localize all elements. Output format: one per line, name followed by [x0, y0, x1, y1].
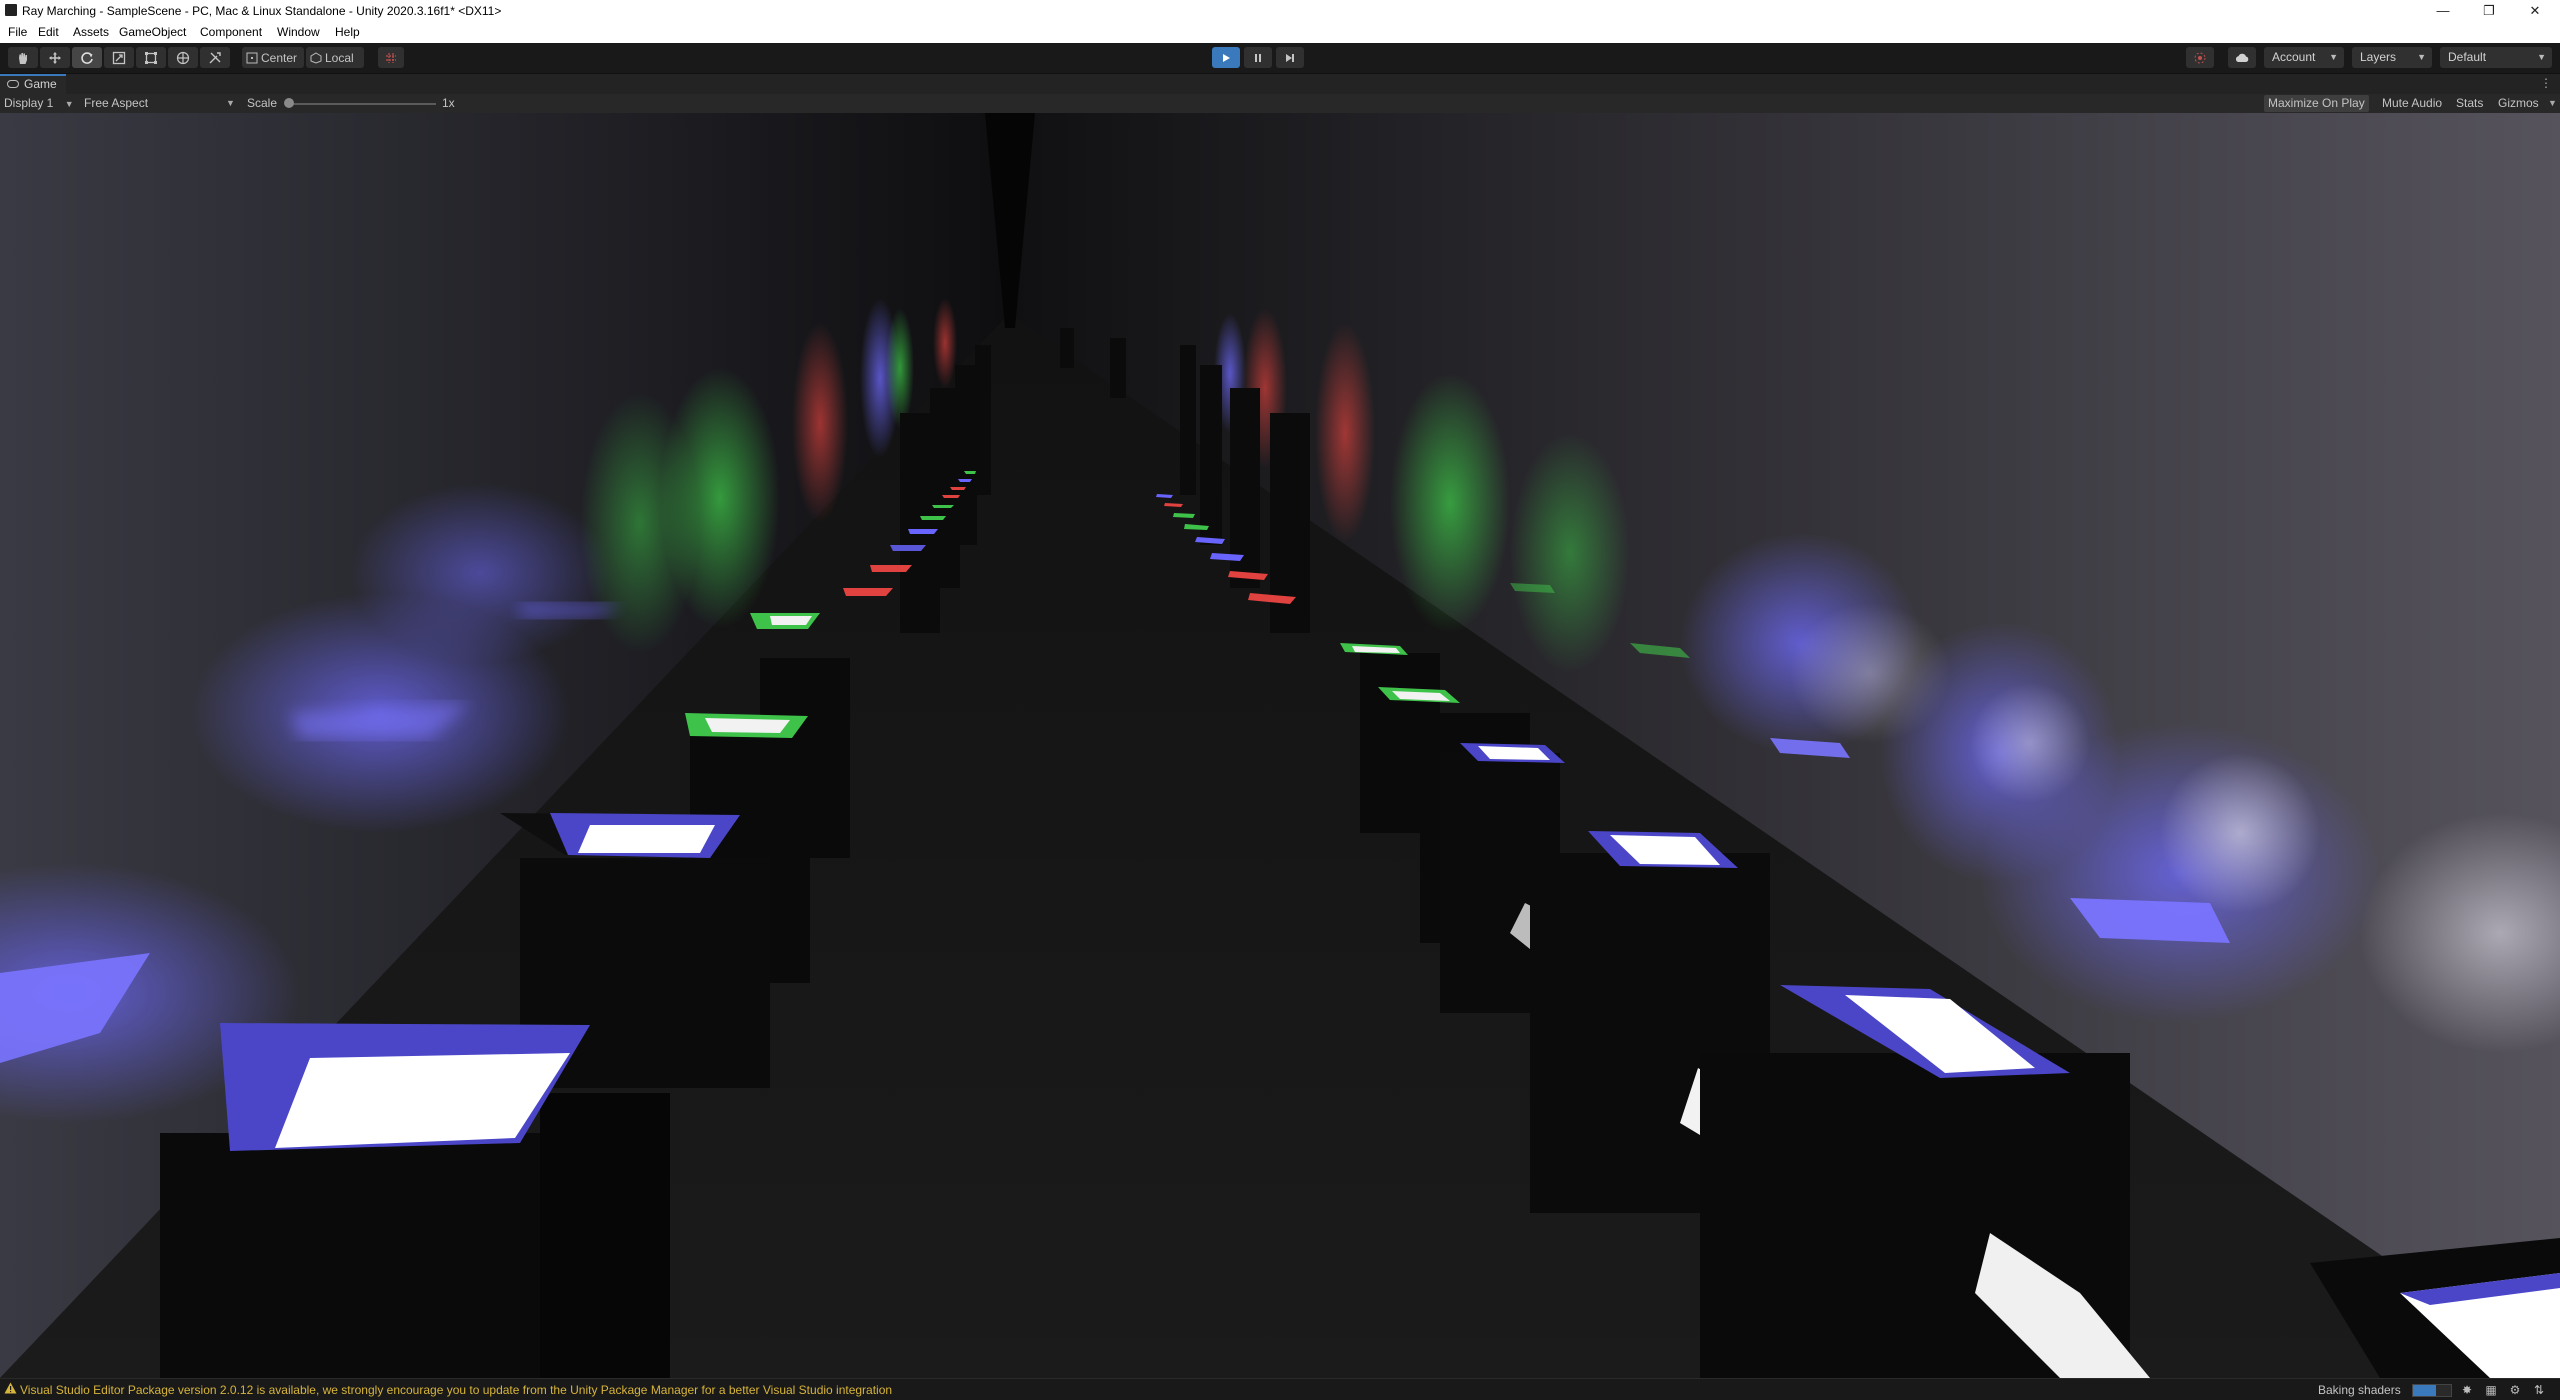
menu-bar: File Edit Assets GameObject Component Wi… [0, 21, 2560, 44]
custom-tool-icon[interactable] [200, 47, 230, 68]
play-button[interactable] [1212, 47, 1240, 68]
layers-label: Layers [2360, 50, 2397, 64]
title-bar: Ray Marching - SampleScene - PC, Mac & L… [0, 0, 2560, 21]
window-title: Ray Marching - SampleScene - PC, Mac & L… [22, 4, 502, 18]
baking-progress-bar [2412, 1384, 2452, 1397]
tab-game-label: Game [24, 77, 57, 91]
baking-label: Baking shaders [2318, 1383, 2401, 1397]
main-toolbar: Center Local Account ▼ Layers ▼ Default … [0, 43, 2560, 74]
minimize-icon[interactable]: — [2420, 0, 2466, 21]
scale-slider-handle[interactable] [284, 98, 294, 108]
display-dropdown[interactable]: Display 1 ▼ [4, 96, 74, 110]
menu-help[interactable]: Help [335, 25, 360, 39]
game-controller-icon [7, 80, 19, 88]
game-viewport[interactable] [0, 113, 2560, 1378]
rotate-tool-icon[interactable] [72, 47, 102, 68]
stats-toggle[interactable]: Stats [2452, 95, 2487, 112]
menu-edit[interactable]: Edit [38, 25, 59, 39]
pivot-local-button[interactable]: Local [306, 47, 364, 68]
baking-progress-fill [2413, 1385, 2436, 1396]
collab-icon[interactable] [2186, 47, 2214, 68]
pivot-center-label: Center [261, 50, 298, 65]
auto-generate-lighting-icon[interactable]: ✸ [2460, 1383, 2474, 1397]
grid-snap-icon[interactable] [378, 47, 404, 68]
rect-tool-icon[interactable] [136, 47, 166, 68]
restore-icon[interactable]: ❐ [2466, 0, 2512, 21]
status-bar: Visual Studio Editor Package version 2.0… [0, 1378, 2560, 1400]
hand-tool-icon[interactable] [8, 47, 38, 68]
bug-icon[interactable]: ⚙ [2508, 1383, 2522, 1397]
close-icon[interactable]: ✕ [2512, 0, 2558, 21]
pivot-local-label: Local [325, 50, 354, 65]
pivot-center-button[interactable]: Center [242, 47, 304, 68]
network-icon[interactable]: ⇅ [2532, 1383, 2546, 1397]
menu-gameobject[interactable]: GameObject [119, 25, 186, 39]
account-dropdown[interactable]: Account ▼ [2264, 47, 2344, 68]
chevron-down-icon: ▼ [2329, 52, 2338, 62]
warning-icon [4, 1382, 17, 1394]
menu-component[interactable]: Component [200, 25, 262, 39]
account-label: Account [2272, 50, 2316, 64]
scale-tool-icon[interactable] [104, 47, 134, 68]
aspect-dropdown[interactable]: Free Aspect ▼ [84, 96, 235, 110]
pause-button[interactable] [1244, 47, 1272, 68]
step-icon [1286, 53, 1294, 62]
unity-logo-icon [5, 4, 17, 16]
tab-bar: Game ⋮ [0, 74, 2560, 94]
pivot-center-icon [246, 52, 258, 63]
aspect-label: Free Aspect [84, 96, 149, 110]
move-tool-icon[interactable] [40, 47, 70, 68]
tab-game[interactable]: Game [0, 74, 66, 94]
chevron-down-icon: ▼ [64, 99, 74, 109]
layout-dropdown[interactable]: Default ▼ [2440, 47, 2552, 68]
chevron-down-icon: ▼ [2417, 52, 2426, 62]
pause-icon [1255, 53, 1261, 62]
step-button[interactable] [1276, 47, 1304, 68]
maximize-on-play-toggle[interactable]: Maximize On Play [2264, 95, 2369, 112]
menu-file[interactable]: File [8, 25, 27, 39]
transform-tool-icon[interactable] [168, 47, 198, 68]
scale-value: 1x [442, 96, 455, 110]
game-view-toolbar: Display 1 ▼ Free Aspect ▼ Scale 1x Maxim… [0, 94, 2560, 113]
debug-icon[interactable]: ▦ [2484, 1383, 2498, 1397]
status-message[interactable]: Visual Studio Editor Package version 2.0… [20, 1383, 892, 1397]
gizmos-toggle[interactable]: Gizmos [2494, 95, 2543, 112]
menu-window[interactable]: Window [277, 25, 320, 39]
chevron-down-icon: ▼ [2537, 52, 2546, 62]
display-label: Display 1 [4, 96, 54, 110]
ray-marched-scene [0, 113, 2560, 1378]
chevron-down-icon: ▼ [226, 98, 235, 108]
scale-label: Scale [247, 96, 278, 110]
scale-slider-track[interactable] [288, 103, 436, 105]
cloud-icon[interactable] [2228, 47, 2256, 68]
mute-audio-toggle[interactable]: Mute Audio [2378, 95, 2446, 112]
chevron-down-icon[interactable]: ▼ [2548, 98, 2557, 108]
more-options-icon[interactable]: ⋮ [2540, 76, 2552, 90]
layout-label: Default [2448, 50, 2487, 64]
menu-assets[interactable]: Assets [73, 25, 109, 39]
play-icon [1223, 53, 1230, 62]
layers-dropdown[interactable]: Layers ▼ [2352, 47, 2432, 68]
pivot-local-icon [310, 51, 322, 64]
